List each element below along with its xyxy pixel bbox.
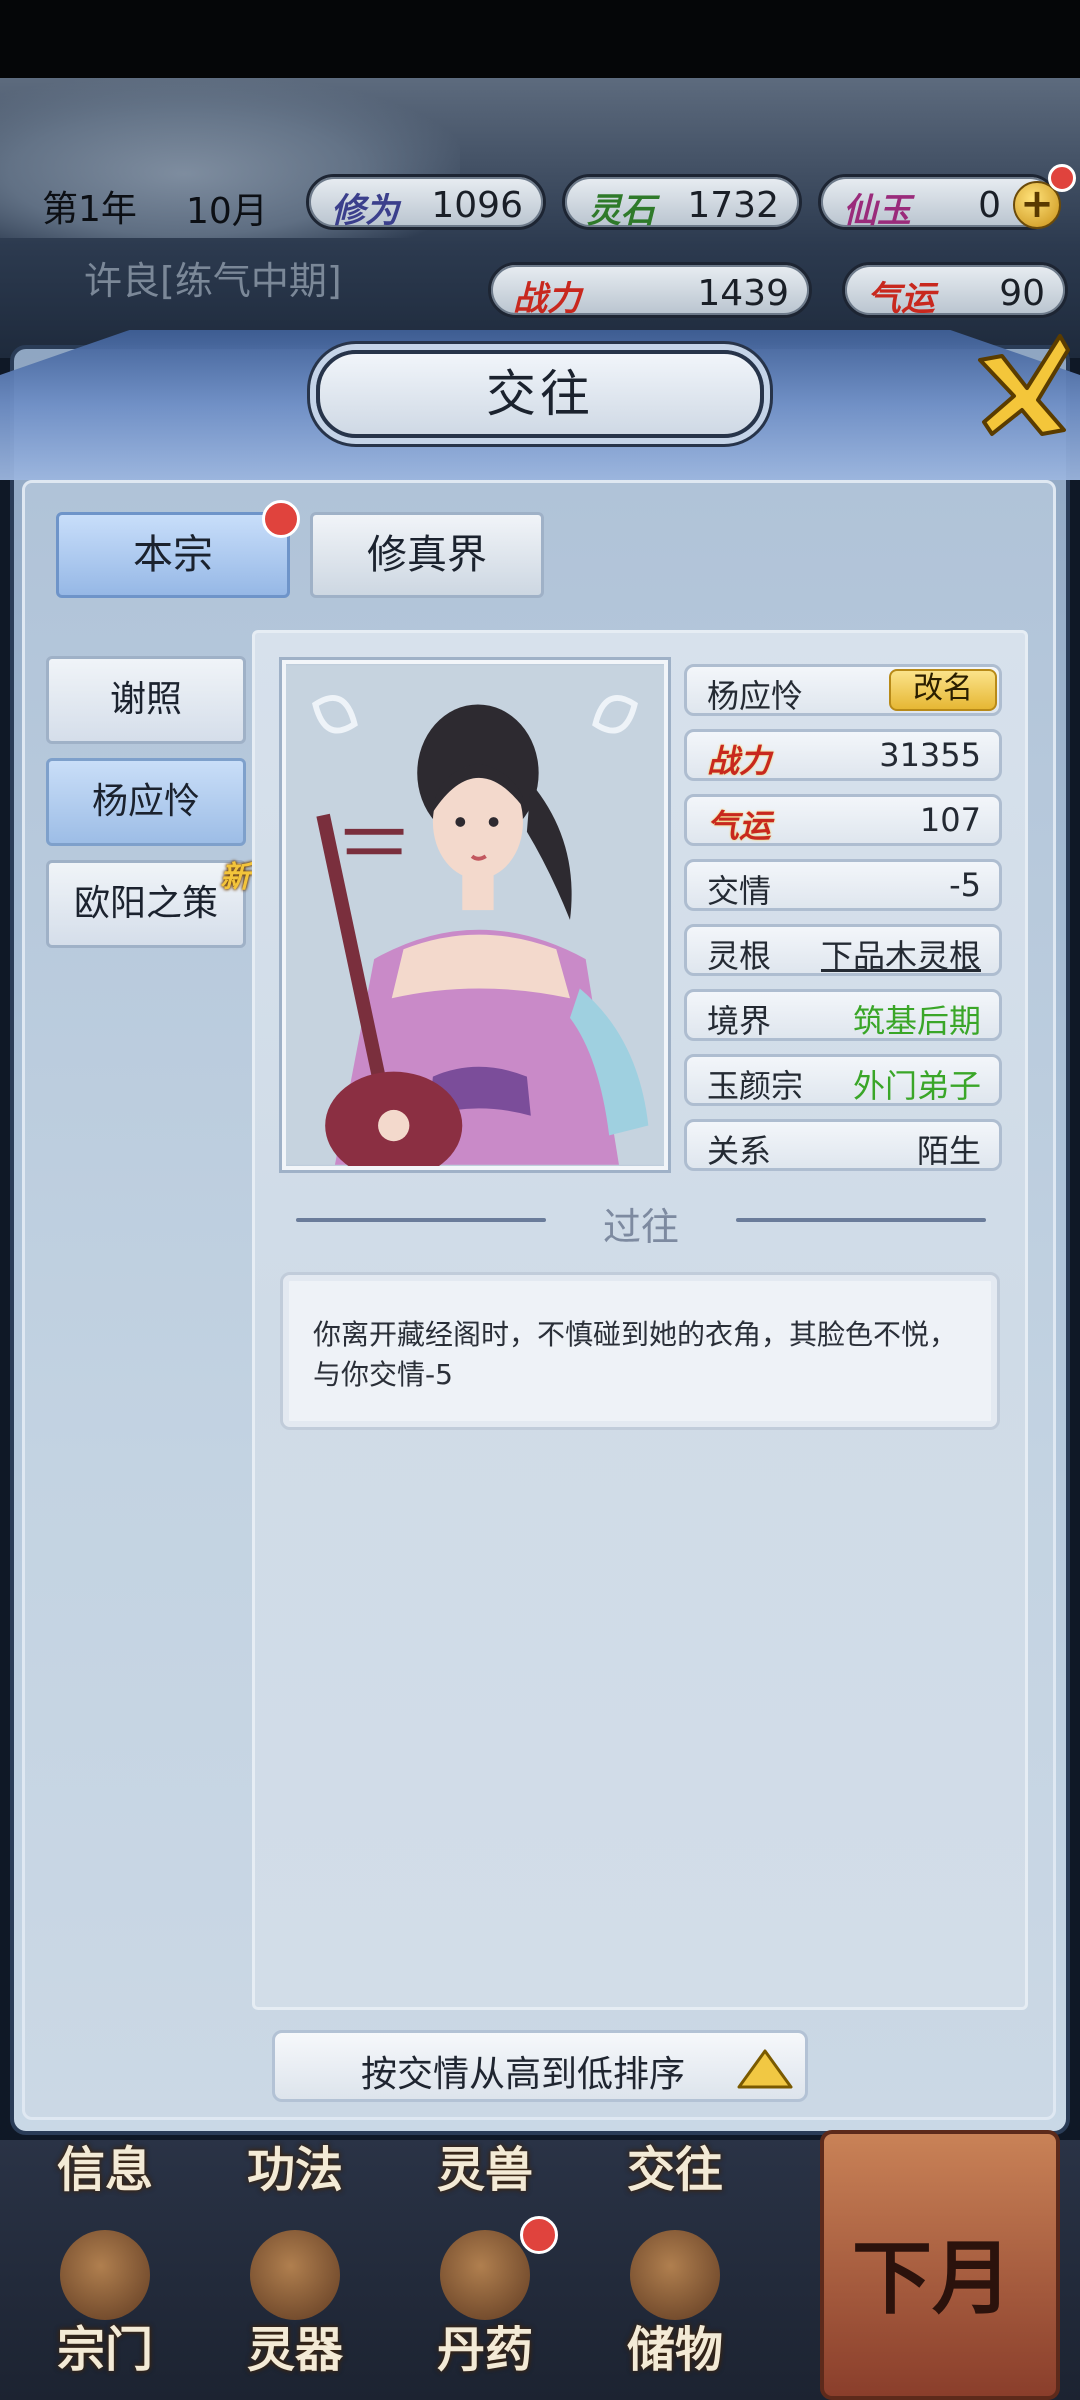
sort-triangle-icon bbox=[737, 2049, 793, 2089]
stat-cultivation: 修为 1096 bbox=[306, 174, 546, 231]
sect-gate-icon bbox=[60, 2230, 150, 2320]
stat-luck: 气运 90 bbox=[842, 262, 1068, 319]
next-month-button[interactable]: 下月 bbox=[820, 2130, 1060, 2400]
nav-label: 丹药 bbox=[436, 2322, 533, 2378]
stat-combat-power: 战力 1439 bbox=[488, 262, 812, 319]
info-row-combat-power: 战力 31355 bbox=[684, 729, 1002, 781]
pills-notification-dot bbox=[520, 2216, 558, 2254]
info-key: 玉颜宗 bbox=[707, 1067, 804, 1105]
stat-label: 修为 bbox=[331, 191, 399, 231]
person-item-xie-zhao[interactable]: 谢照 bbox=[46, 656, 246, 744]
info-value: 筑基后期 bbox=[852, 1002, 981, 1040]
stat-label: 仙玉 bbox=[843, 191, 911, 231]
nav-label: 储物 bbox=[626, 2322, 723, 2378]
tab-sect[interactable]: 本宗 bbox=[56, 512, 290, 598]
info-key: 战力 bbox=[707, 742, 772, 780]
info-key: 交情 bbox=[707, 872, 772, 910]
stat-spirit-stone: 灵石 1732 bbox=[562, 174, 802, 231]
sort-by-friendship-button[interactable]: 按交情从高到低排序 bbox=[272, 2030, 808, 2102]
stat-label: 灵石 bbox=[587, 191, 655, 231]
nav-label: 宗门 bbox=[56, 2322, 153, 2378]
stat-value: 1439 bbox=[697, 273, 789, 314]
person-item-ouyang-zhice[interactable]: 欧阳之策 bbox=[46, 860, 246, 948]
stat-immortal-jade: 仙玉 0 + bbox=[818, 174, 1061, 231]
stat-label: 气运 bbox=[867, 279, 935, 319]
sort-button-label: 按交情从高到低排序 bbox=[361, 2054, 686, 2095]
info-row-realm: 境界 筑基后期 bbox=[684, 989, 1002, 1041]
stat-label: 战力 bbox=[513, 279, 581, 319]
character-portrait bbox=[279, 657, 671, 1173]
stat-value: 0 bbox=[978, 185, 1001, 226]
nav-info[interactable]: 信息 bbox=[20, 2130, 190, 2240]
nav-label: 灵器 bbox=[246, 2322, 343, 2378]
nav-label: 灵兽 bbox=[436, 2142, 533, 2198]
notification-dot bbox=[1048, 164, 1076, 192]
new-badge: 新 bbox=[220, 860, 250, 895]
info-key: 灵根 bbox=[707, 937, 772, 975]
info-key: 气运 bbox=[707, 807, 772, 845]
artifact-icon bbox=[250, 2230, 340, 2320]
info-row-luck: 气运 107 bbox=[684, 794, 1002, 846]
nav-artifacts[interactable]: 灵器 bbox=[210, 2230, 380, 2378]
info-value: 外门弟子 bbox=[852, 1067, 981, 1105]
info-value: 31355 bbox=[879, 736, 981, 774]
month-label: 10月 bbox=[186, 191, 268, 232]
nav-label: 交往 bbox=[626, 2142, 723, 2198]
nav-storage[interactable]: 储物 bbox=[590, 2230, 760, 2378]
info-value: 107 bbox=[919, 801, 981, 839]
next-month-label: 下月 bbox=[852, 2231, 1012, 2325]
info-row-relation: 关系 陌生 bbox=[684, 1119, 1002, 1171]
history-title: 过往 bbox=[602, 1205, 679, 1249]
person-item-yang-yinglian[interactable]: 杨应怜 bbox=[46, 758, 246, 846]
info-row-spirit-root: 灵根 下品木灵根 bbox=[684, 924, 1002, 976]
tab-sect-notification-dot bbox=[262, 500, 300, 538]
character-name: 杨应怜 bbox=[707, 677, 804, 715]
player-name: 许良[练气中期] bbox=[84, 259, 342, 303]
rename-button[interactable]: 改名 bbox=[889, 669, 997, 711]
nav-label: 功法 bbox=[246, 2142, 343, 2198]
info-value: -5 bbox=[949, 866, 981, 904]
stat-value: 1732 bbox=[687, 185, 779, 226]
dialog-title-text: 交往 bbox=[486, 365, 594, 423]
spirit-root-link[interactable]: 下品木灵根 bbox=[821, 931, 981, 977]
info-row-friendship: 交情 -5 bbox=[684, 859, 1002, 911]
nav-sect[interactable]: 宗门 bbox=[20, 2230, 190, 2378]
history-divider: 过往 bbox=[276, 1190, 1006, 1250]
nav-techniques[interactable]: 功法 bbox=[210, 2130, 380, 2240]
info-row-sect: 玉颜宗 外门弟子 bbox=[684, 1054, 1002, 1106]
info-key: 境界 bbox=[707, 1002, 772, 1040]
gourd-icon bbox=[440, 2230, 530, 2320]
divider-line-right bbox=[736, 1218, 986, 1222]
storage-ring-icon bbox=[630, 2230, 720, 2320]
info-row-name: 杨应怜 改名 bbox=[684, 664, 1002, 716]
stat-value: 1096 bbox=[431, 185, 523, 226]
info-value: 陌生 bbox=[916, 1132, 981, 1170]
stat-value: 90 bbox=[999, 273, 1045, 314]
year-label: 第1年 bbox=[42, 189, 137, 230]
nav-social[interactable]: 交往 bbox=[590, 2130, 760, 2240]
tab-cultivation-world[interactable]: 修真界 bbox=[310, 512, 544, 598]
dialog-title: 交往 bbox=[316, 350, 764, 438]
system-status-bar bbox=[0, 0, 1080, 78]
history-entry: 你离开藏经阁时，不慎碰到她的衣角，其脸色不悦，与你交情-5 bbox=[280, 1272, 1000, 1430]
history-text: 你离开藏经阁时，不慎碰到她的衣角，其脸色不悦，与你交情-5 bbox=[313, 1318, 958, 1391]
nav-label: 信息 bbox=[56, 2142, 153, 2198]
info-key: 关系 bbox=[707, 1132, 772, 1170]
close-x-icon[interactable] bbox=[972, 330, 1072, 440]
